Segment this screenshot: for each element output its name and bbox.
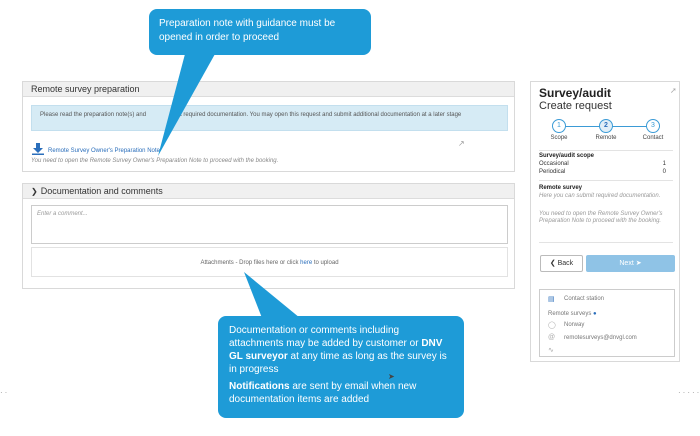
divider-dots-left: ·· [0,388,10,397]
bottom-callout-p1: Documentation or comments including atta… [229,324,453,376]
mouse-cursor-icon: ➤ [388,372,395,381]
top-callout: Preparation note with guidance must be o… [149,9,371,55]
bottom-callout: Documentation or comments including atta… [218,316,464,418]
callout-text: Documentation or comments including atta… [229,325,422,349]
divider-dots-right: ····· [678,388,700,397]
top-callout-tail [158,54,215,156]
mouse-cursor-icon: ↗ [458,139,465,148]
bottom-callout-p2: Notifications are sent by email when new… [229,380,453,406]
bottom-callout-tail [244,272,300,318]
callout-bold: Notifications [229,381,290,392]
